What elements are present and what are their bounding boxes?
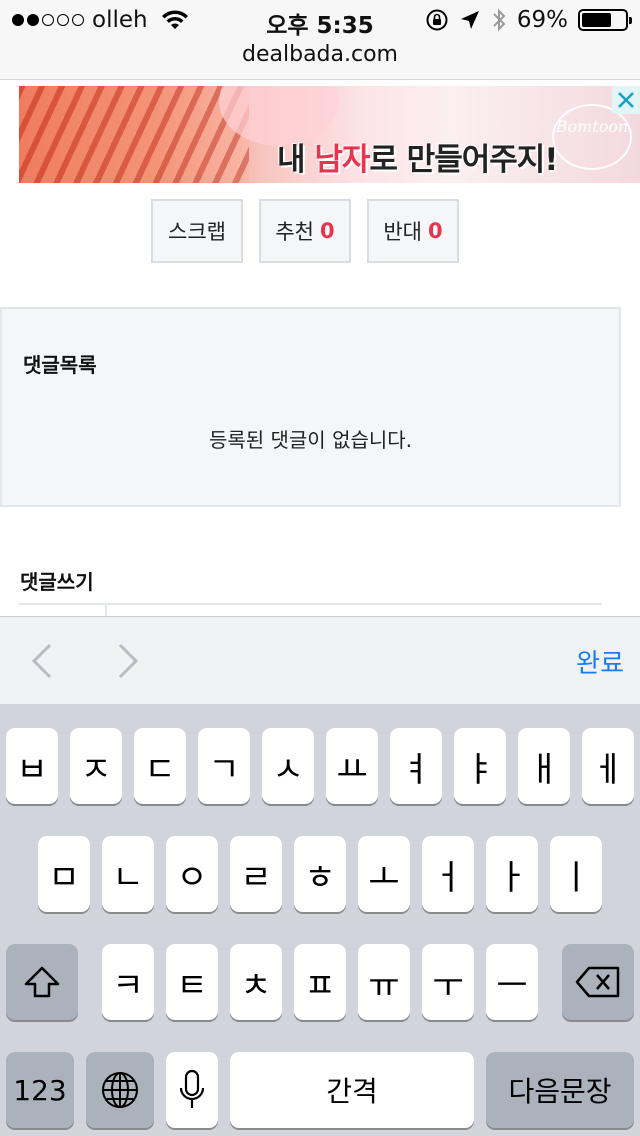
key-vowel[interactable]: ㅡ — [486, 944, 538, 1020]
language-switch-key[interactable] — [86, 1052, 154, 1128]
close-icon — [618, 92, 634, 108]
rotation-lock-icon — [426, 9, 448, 31]
url-text[interactable]: dealbada.com — [242, 42, 398, 67]
key-consonant[interactable]: ㅍ — [294, 944, 346, 1020]
comment-list: 댓글목록 등록된 댓글이 없습니다. — [0, 307, 621, 507]
key-vowel[interactable]: ㅓ — [422, 836, 474, 912]
banner-text-before: 내 — [277, 142, 315, 178]
banner-text-highlight: 남자 — [314, 142, 370, 178]
key-vowel[interactable]: ㅐ — [518, 728, 570, 804]
next-field-icon[interactable] — [108, 639, 148, 683]
ad-banner[interactable]: 내 남자로 만들어주지! Bomtoon — [19, 86, 640, 183]
key-vowel[interactable]: ㅔ — [582, 728, 634, 804]
microphone-icon — [179, 1069, 205, 1108]
key-consonant[interactable]: ㅎ — [294, 836, 346, 912]
key-vowel[interactable]: ㅣ — [550, 836, 602, 912]
globe-icon — [102, 1072, 138, 1108]
comment-write-title: 댓글쓰기 — [20, 570, 94, 594]
numbers-key[interactable]: 123 — [6, 1052, 74, 1128]
space-key[interactable]: 간격 — [230, 1052, 474, 1128]
oppose-label: 반대 — [383, 220, 422, 244]
shift-key[interactable] — [6, 944, 78, 1020]
comment-list-title: 댓글목록 — [23, 353, 97, 377]
recommend-label: 추천 — [275, 220, 314, 244]
key-consonant[interactable]: ㄷ — [134, 728, 186, 804]
key-consonant[interactable]: ㄹ — [230, 836, 282, 912]
key-consonant[interactable]: ㄱ — [198, 728, 250, 804]
oppose-count: 0 — [428, 219, 443, 243]
status-bar-right: 69% — [425, 7, 632, 33]
key-consonant[interactable]: ㅈ — [70, 728, 122, 804]
oppose-button[interactable]: 반대 0 — [367, 199, 459, 263]
dictation-key[interactable] — [166, 1052, 218, 1128]
key-vowel[interactable]: ㅛ — [326, 728, 378, 804]
key-vowel[interactable]: ㅏ — [486, 836, 538, 912]
done-button[interactable]: 완료 — [576, 643, 624, 680]
keyboard-accessory-bar: 완료 — [0, 616, 640, 704]
key-consonant[interactable]: ㅅ — [262, 728, 314, 804]
key-vowel[interactable]: ㅜ — [422, 944, 474, 1020]
key-consonant[interactable]: ㅂ — [6, 728, 58, 804]
recommend-button[interactable]: 추천 0 — [259, 199, 351, 263]
ad-close-button[interactable] — [612, 86, 640, 114]
banner-illustration — [19, 86, 249, 183]
banner-text-after: 로 만들어주지! — [369, 142, 558, 178]
key-consonant[interactable]: ㅇ — [166, 836, 218, 912]
key-vowel[interactable]: ㅗ — [358, 836, 410, 912]
battery-level-fill — [582, 13, 611, 27]
recommend-count: 0 — [320, 219, 335, 243]
return-key[interactable]: 다음문장 — [486, 1052, 634, 1128]
keyboard: ㅂ ㅈ ㄷ ㄱ ㅅ ㅛ ㅕ ㅑ ㅐ ㅔ ㅁ ㄴ ㅇ ㄹ ㅎ ㅗ ㅓ ㅏ ㅣ ㅋ … — [0, 704, 640, 1136]
key-vowel[interactable]: ㅑ — [454, 728, 506, 804]
key-consonant[interactable]: ㅊ — [230, 944, 282, 1020]
key-consonant[interactable]: ㅁ — [38, 836, 90, 912]
backspace-icon — [575, 966, 620, 998]
scrap-button[interactable]: 스크랩 — [151, 199, 243, 263]
shift-icon — [24, 966, 60, 998]
key-vowel[interactable]: ㅠ — [358, 944, 410, 1020]
key-vowel[interactable]: ㅕ — [390, 728, 442, 804]
key-consonant[interactable]: ㄴ — [102, 836, 154, 912]
key-consonant[interactable]: ㅋ — [102, 944, 154, 1020]
location-arrow-icon — [460, 11, 479, 29]
banner-headline: 내 남자로 만들어주지! — [277, 134, 558, 179]
battery-icon — [578, 9, 632, 31]
battery-percentage: 69% — [516, 7, 568, 33]
backspace-key[interactable] — [562, 944, 634, 1020]
status-bar: olleh 오후 5:35 69% — [0, 0, 640, 40]
scrap-label: 스크랩 — [168, 220, 226, 244]
url-bar[interactable]: dealbada.com — [0, 40, 640, 80]
bluetooth-icon — [493, 8, 506, 32]
comment-input-box[interactable] — [19, 603, 602, 619]
comment-empty-message: 등록된 댓글이 없습니다. — [208, 428, 413, 452]
key-consonant[interactable]: ㅌ — [166, 944, 218, 1020]
previous-field-icon[interactable] — [24, 639, 64, 683]
